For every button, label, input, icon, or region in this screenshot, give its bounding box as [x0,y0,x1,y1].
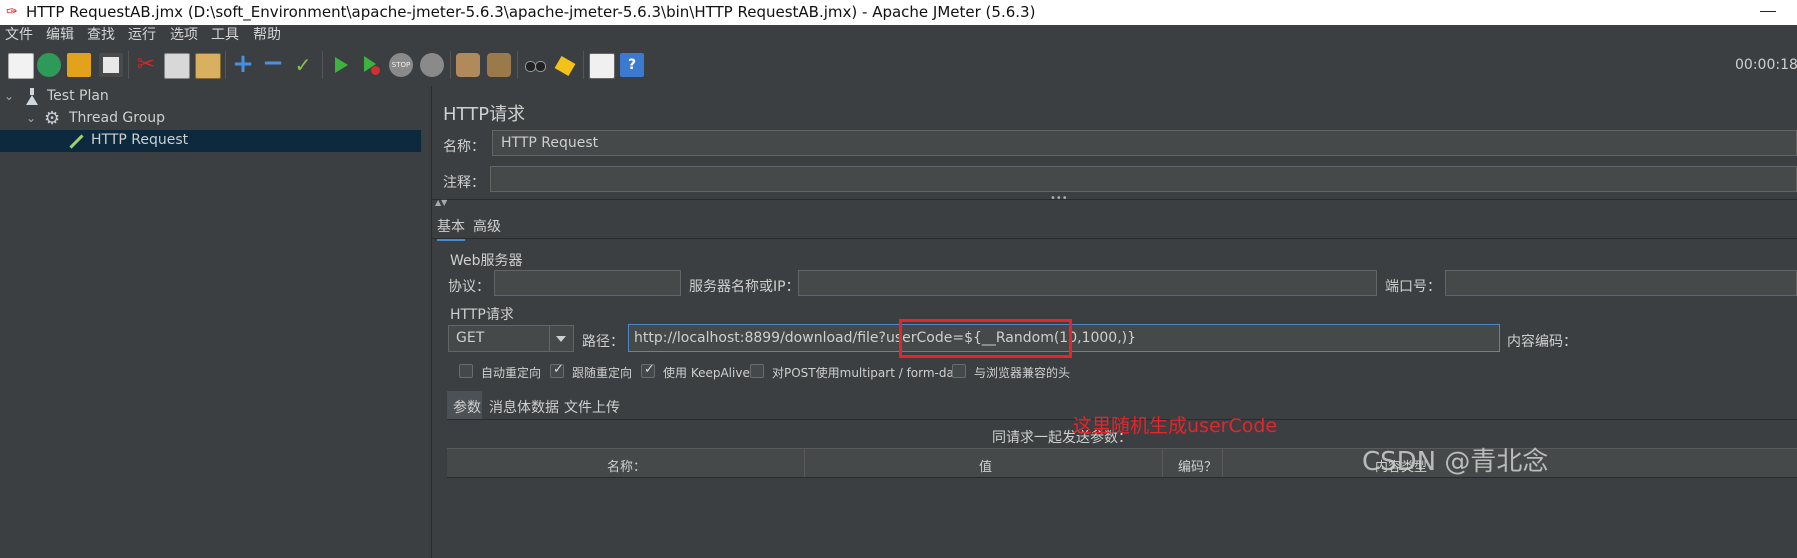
toolbar-separator [450,51,451,79]
toolbar-separator [225,51,226,79]
templates-icon[interactable] [37,53,61,77]
function-helper-icon[interactable] [589,53,615,79]
toolbar-separator [128,51,129,79]
toolbar-separator [517,51,518,79]
column-value[interactable]: 值 [979,456,992,475]
chevron-down-icon[interactable] [556,336,566,342]
sub-tab-file-upload[interactable]: 文件上传 [564,397,620,417]
column-divider [1222,449,1223,477]
sub-tab-body-data[interactable]: 消息体数据 [489,397,559,417]
paste-icon[interactable] [195,53,221,79]
checkbox-label: 自动重定向 [481,366,542,380]
comment-field[interactable] [490,166,1797,192]
collapse-arrows-icon[interactable]: ▲▼ [435,198,447,207]
protocol-label: 协议： [448,279,490,295]
browser-compatible-checkbox[interactable] [952,364,966,378]
collapse-bar[interactable]: ▲▼ ••• [432,193,1797,207]
column-name[interactable]: 名称： [607,456,646,475]
clear-icon[interactable] [456,53,480,77]
port-label: 端口号： [1385,279,1441,295]
keepalive-checkbox[interactable]: ✓ [641,362,655,378]
tab-advanced[interactable]: 高级 [473,216,501,236]
params-table-header: 名称： 值 编码？ 内容类型 [447,448,1797,478]
tree-item-http-request[interactable]: HTTP Request [0,130,421,152]
tree-item-label: HTTP Request [91,132,189,148]
menu-options[interactable]: 选项 [170,26,198,44]
search-icon[interactable] [523,53,547,77]
name-field[interactable]: HTTP Request [492,130,1797,156]
method-select[interactable]: GET [448,325,574,352]
toolbar-separator [322,51,323,79]
name-label: 名称： [443,139,485,155]
web-server-group-label: Web服务器 [450,253,523,269]
column-encode[interactable]: 编码？ [1178,456,1217,475]
title-bar: ✑ HTTP RequestAB.jmx (D:\soft_Environmen… [0,0,1797,25]
annotation-text: 这里随机生成userCode [1073,415,1278,437]
column-divider [1162,449,1163,477]
menu-tools[interactable]: 工具 [211,26,239,44]
pipette-icon [66,132,84,150]
encoding-label: 内容编码： [1507,334,1577,350]
toolbar: ✂ + − ✓ STOP ? 00:00:18 [0,45,1797,87]
open-icon[interactable] [67,53,91,77]
menu-run[interactable]: 运行 [128,26,156,44]
collapse-icon[interactable]: − [261,50,285,77]
menu-help[interactable]: 帮助 [253,26,281,44]
cut-icon[interactable]: ✂ [134,53,158,77]
toolbar-separator [583,51,584,79]
column-divider [804,449,805,477]
tree-item-test-plan[interactable]: ⌄ Test Plan [0,86,421,108]
save-icon[interactable] [99,53,123,77]
menu-edit[interactable]: 编辑 [46,26,74,44]
flask-icon [26,88,38,105]
test-plan-tree: ⌄ Test Plan ⌄ ⚙ Thread Group HTTP Reques… [0,86,422,558]
chevron-down-icon[interactable]: ⌄ [26,111,36,125]
start-no-pause-icon[interactable] [359,53,383,77]
sub-tab-params[interactable]: 参数 [453,397,481,417]
checkbox-label: 跟随重定向 [572,366,633,380]
checkbox-label: 对POST使用multipart / form-data [772,366,966,380]
reset-search-icon[interactable] [553,53,577,77]
port-field[interactable] [1445,270,1797,296]
panel-title: HTTP请求 [443,104,526,125]
help-icon[interactable]: ? [620,53,644,77]
expand-icon[interactable]: + [231,51,255,77]
tree-item-thread-group[interactable]: ⌄ ⚙ Thread Group [0,108,421,130]
auto-redirect-checkbox[interactable] [459,364,473,378]
stop-icon[interactable]: STOP [389,53,413,77]
protocol-field[interactable] [494,270,681,296]
shutdown-icon[interactable] [420,53,444,77]
menu-file[interactable]: 文件 [5,26,33,44]
menu-search[interactable]: 查找 [87,26,115,44]
drag-handle-icon[interactable]: ••• [1050,193,1068,204]
new-icon[interactable] [8,53,34,79]
checkbox-label: 使用 KeepAlive [663,366,750,380]
checkbox-label: 与浏览器兼容的头 [974,366,1071,380]
server-field[interactable] [798,270,1377,296]
copy-icon[interactable] [164,53,190,79]
menu-bar: 文件 编辑 查找 运行 选项 工具 帮助 [0,25,1797,45]
minimize-button[interactable] [1760,11,1776,12]
http-request-panel: HTTP请求 名称： HTTP Request 注释： ▲▼ ••• 基本 高级… [432,86,1797,558]
follow-redirect-checkbox[interactable]: ✓ [550,362,564,378]
split-divider[interactable] [421,86,432,558]
tree-item-label: Thread Group [69,110,166,126]
multipart-checkbox[interactable] [750,364,764,378]
clear-all-icon[interactable] [487,53,511,77]
chevron-down-icon[interactable]: ⌄ [4,89,14,103]
elapsed-timer: 00:00:18 [1735,57,1797,73]
server-label: 服务器名称或IP： [689,279,800,295]
jmeter-feather-icon: ✑ [6,4,18,20]
tab-underline [432,238,1797,239]
gear-icon: ⚙ [44,108,61,129]
annotation-highlight-box [899,319,1072,358]
comment-label: 注释： [443,175,485,191]
start-icon[interactable] [329,53,353,77]
window-title: HTTP RequestAB.jmx (D:\soft_Environment\… [26,3,1036,21]
tree-item-label: Test Plan [47,88,109,104]
path-label: 路径： [582,334,624,350]
toggle-icon[interactable]: ✓ [291,53,315,77]
csdn-watermark: CSDN @青北念 [1362,447,1549,477]
http-request-group-label: HTTP请求 [450,307,514,323]
